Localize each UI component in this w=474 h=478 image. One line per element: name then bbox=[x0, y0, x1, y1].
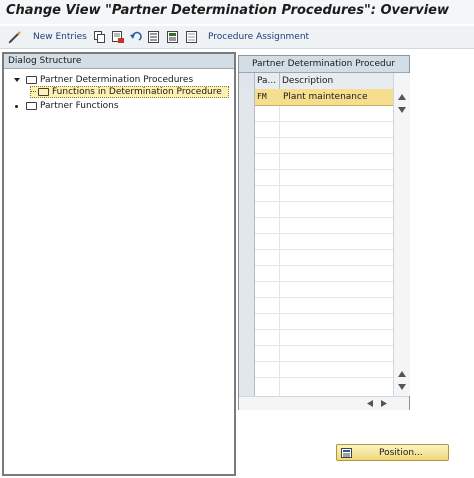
tree-node-label: Partner Determination Procedures bbox=[40, 75, 194, 85]
procedure-assignment-button[interactable]: Procedure Assignment bbox=[208, 30, 309, 44]
grid-line bbox=[255, 313, 393, 314]
grid-line bbox=[255, 377, 393, 378]
undo-change-button[interactable] bbox=[130, 30, 142, 44]
tree-node-label: Functions in Determination Procedure bbox=[52, 87, 222, 97]
grid-line bbox=[255, 185, 393, 186]
column-header-code[interactable]: Pa... bbox=[257, 76, 276, 86]
scroll-left-icon[interactable] bbox=[367, 400, 373, 407]
dialog-structure-panel: Dialog Structure Partner Determination P… bbox=[2, 52, 236, 476]
application-toolbar: New Entries Procedure Assignment bbox=[0, 26, 474, 49]
dialog-structure-title: Dialog Structure bbox=[8, 56, 82, 66]
deselect-all-icon bbox=[186, 31, 197, 43]
table-title: Partner Determination Procedur bbox=[252, 59, 396, 69]
row-selector-column bbox=[239, 89, 255, 396]
expand-arrow-icon bbox=[14, 78, 20, 82]
grid-line bbox=[255, 233, 393, 234]
table-title-bar: Partner Determination Procedur bbox=[239, 56, 409, 73]
scroll-down-icon[interactable] bbox=[398, 107, 406, 113]
dialog-structure-header: Dialog Structure bbox=[4, 54, 234, 69]
table-panel: Partner Determination Procedur Pa... Des… bbox=[238, 55, 410, 410]
grid-line bbox=[255, 345, 393, 346]
title-bar: Change View "Partner Determination Proce… bbox=[0, 0, 474, 24]
scroll-up-icon[interactable] bbox=[398, 94, 406, 100]
pencil-icon bbox=[8, 30, 21, 43]
table-cell-code[interactable]: FM bbox=[257, 92, 267, 101]
position-button[interactable]: Position... bbox=[336, 444, 449, 461]
grid-line bbox=[255, 169, 393, 170]
horizontal-scrollbar[interactable] bbox=[239, 396, 409, 410]
grid-line bbox=[255, 249, 393, 250]
grid-line bbox=[255, 361, 393, 362]
tree-node-label: Partner Functions bbox=[40, 101, 119, 111]
select-all-rows-cell[interactable] bbox=[239, 73, 255, 89]
folder-open-icon bbox=[26, 76, 37, 84]
select-block-button[interactable] bbox=[167, 30, 178, 44]
vertical-scrollbar[interactable] bbox=[393, 73, 410, 396]
bullet-icon bbox=[15, 104, 18, 108]
scroll-right-icon[interactable] bbox=[381, 400, 387, 407]
folder-icon bbox=[38, 88, 49, 96]
tree-node-partner-functions[interactable]: Partner Functions bbox=[15, 100, 119, 112]
table-cell-description[interactable]: Plant maintenance bbox=[283, 92, 368, 102]
table-row[interactable]: FM Plant maintenance bbox=[255, 89, 393, 106]
column-header-description[interactable]: Description bbox=[282, 76, 333, 86]
delete-icon bbox=[112, 31, 124, 43]
deselect-all-button[interactable] bbox=[186, 30, 197, 44]
column-divider bbox=[279, 73, 280, 89]
select-block-icon bbox=[167, 31, 178, 43]
copy-as-button[interactable] bbox=[94, 30, 105, 44]
position-icon bbox=[341, 448, 352, 458]
copy-icon bbox=[94, 31, 105, 43]
grid-line bbox=[255, 153, 393, 154]
procedure-assignment-label: Procedure Assignment bbox=[208, 32, 310, 42]
select-all-icon bbox=[148, 31, 159, 43]
scroll-down-icon[interactable] bbox=[398, 384, 406, 390]
column-header-row: Pa... Description bbox=[239, 73, 409, 90]
new-entries-label: New Entries bbox=[33, 32, 87, 42]
table-grid: FM Plant maintenance bbox=[255, 89, 393, 396]
grid-line bbox=[255, 201, 393, 202]
new-entries-button[interactable]: New Entries bbox=[8, 30, 87, 44]
tree-connector bbox=[31, 91, 36, 93]
window-title: Change View "Partner Determination Proce… bbox=[6, 3, 449, 18]
grid-vline bbox=[279, 89, 280, 396]
grid-line bbox=[255, 265, 393, 266]
grid-line bbox=[255, 137, 393, 138]
position-button-label: Position... bbox=[379, 448, 423, 458]
tree-node-partner-determination-procedures[interactable]: Partner Determination Procedures bbox=[13, 74, 193, 86]
delete-button[interactable] bbox=[112, 30, 124, 44]
select-all-button[interactable] bbox=[148, 30, 159, 44]
scroll-up-icon[interactable] bbox=[398, 371, 406, 377]
undo-icon bbox=[130, 31, 142, 41]
tree-node-functions-in-determination-procedure[interactable]: Functions in Determination Procedure bbox=[30, 86, 229, 98]
grid-line bbox=[255, 297, 393, 298]
grid-line bbox=[255, 329, 393, 330]
grid-line bbox=[255, 217, 393, 218]
grid-line bbox=[255, 121, 393, 122]
grid-line bbox=[255, 281, 393, 282]
folder-icon bbox=[26, 102, 37, 110]
